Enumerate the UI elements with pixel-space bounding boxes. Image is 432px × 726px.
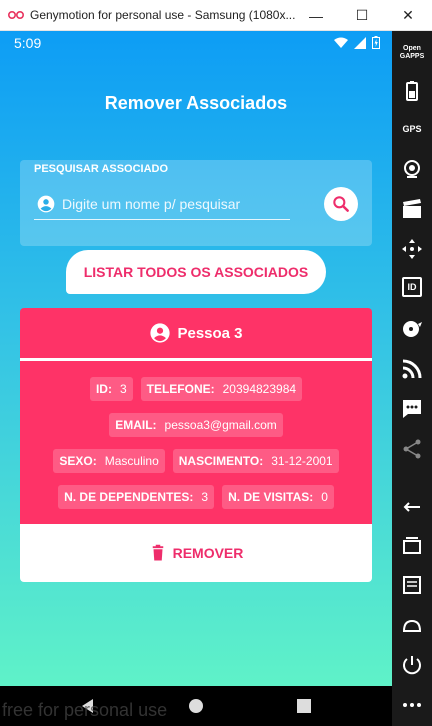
associate-card: Pessoa 3 ID: 3 TELEFONE: 20394823984 EMAIL… [20,308,372,582]
phone-label: TELEFONE: [146,382,215,396]
phone-screen: 5:09 Remover Associados PESQUISAR ASSOCI… [0,31,392,686]
birth-chip: NASCIMENTO: 31-12-2001 [172,449,339,473]
trash-icon [152,544,163,561]
id-label: ID: [95,382,112,396]
wifi-icon [334,37,348,48]
status-time: 5:09 [14,35,42,51]
associate-details: ID: 3 TELEFONE: 20394823984 EMAIL: pessoa3@… [20,361,372,524]
remove-button[interactable]: REMOVER [20,524,372,582]
window-titlebar: Genymotion for personal use - Samsung (1… [0,0,432,31]
more-icon[interactable] [400,693,424,717]
dpad-icon[interactable] [400,237,424,261]
rss-feed-icon[interactable] [400,357,424,381]
menu-icon[interactable] [400,573,424,597]
email-value: pessoa3@gmail.com [164,418,277,432]
back-nav-icon[interactable] [400,493,424,517]
watermark: free for personal use [2,700,168,720]
sex-label: SEXO: [59,454,97,468]
home-nav-icon[interactable] [400,613,424,637]
device-id-label: ID [407,282,417,292]
birth-label: NASCIMENTO: [178,454,264,468]
emulator-toolbar: Open GAPPS GPS ID [392,31,432,726]
window-close-button[interactable]: ✕ [385,0,431,31]
search-input[interactable] [62,195,282,212]
dependents-value: 3 [201,490,209,504]
window-minimize-button[interactable]: — [293,0,339,31]
list-all-button[interactable]: LISTAR TODOS OS ASSOCIADOS [66,250,326,294]
id-value: 3 [119,382,127,396]
id-chip: ID: 3 [89,377,133,401]
phone-value: 20394823984 [222,382,297,396]
webcam-icon[interactable] [400,157,424,181]
power-icon[interactable] [400,653,424,677]
dependents-label: N. DE DEPENDENTES: [64,490,194,504]
dependents-chip: N. DE DEPENDENTES: 3 [58,485,215,509]
search-field[interactable] [34,188,290,220]
account-circle-icon [37,195,55,212]
remove-button-label: REMOVER [172,545,244,561]
battery-icon [372,36,380,49]
media-capture-icon[interactable] [400,197,424,221]
email-chip: EMAIL: pessoa3@gmail.com [109,413,283,437]
window-maximize-button[interactable]: ☐ [339,0,385,31]
sex-chip: SEXO: Masculino [53,449,165,473]
genymotion-logo-icon [8,11,24,19]
status-icons [334,36,380,49]
device-id-button[interactable]: ID [402,277,422,297]
sms-icon[interactable] [400,397,424,421]
phone-chip: TELEFONE: 20394823984 [140,377,303,401]
search-label: PESQUISAR ASSOCIADO [34,163,169,175]
gps-label: GPS [402,124,422,134]
opengapps-button[interactable]: Open GAPPS [400,41,425,65]
associate-name: Pessoa 3 [177,324,243,342]
search-card: PESQUISAR ASSOCIADO [20,160,372,246]
sex-value: Masculino [104,454,159,468]
disk-io-icon[interactable] [400,317,424,341]
search-button[interactable] [324,187,358,221]
recent-apps-icon[interactable] [400,533,424,557]
visits-value: 0 [321,490,328,504]
account-circle-icon [150,323,171,343]
page-title: Remover Associados [104,93,288,113]
share-icon[interactable] [400,437,424,461]
status-bar: 5:09 [0,31,392,57]
birth-value: 31-12-2001 [271,454,333,468]
battery-icon[interactable] [400,79,424,103]
gps-button[interactable]: GPS [400,117,424,141]
window-title: Genymotion for personal use - Samsung (1… [30,8,296,22]
associate-header: Pessoa 3 [20,308,372,358]
visits-label: N. DE VISITAS: [228,490,314,504]
home-icon[interactable] [186,696,206,716]
email-label: EMAIL: [115,418,157,432]
search-icon [333,196,349,212]
recents-icon[interactable] [294,696,314,716]
signal-icon [354,36,366,49]
visits-chip: N. DE VISITAS: 0 [222,485,334,509]
